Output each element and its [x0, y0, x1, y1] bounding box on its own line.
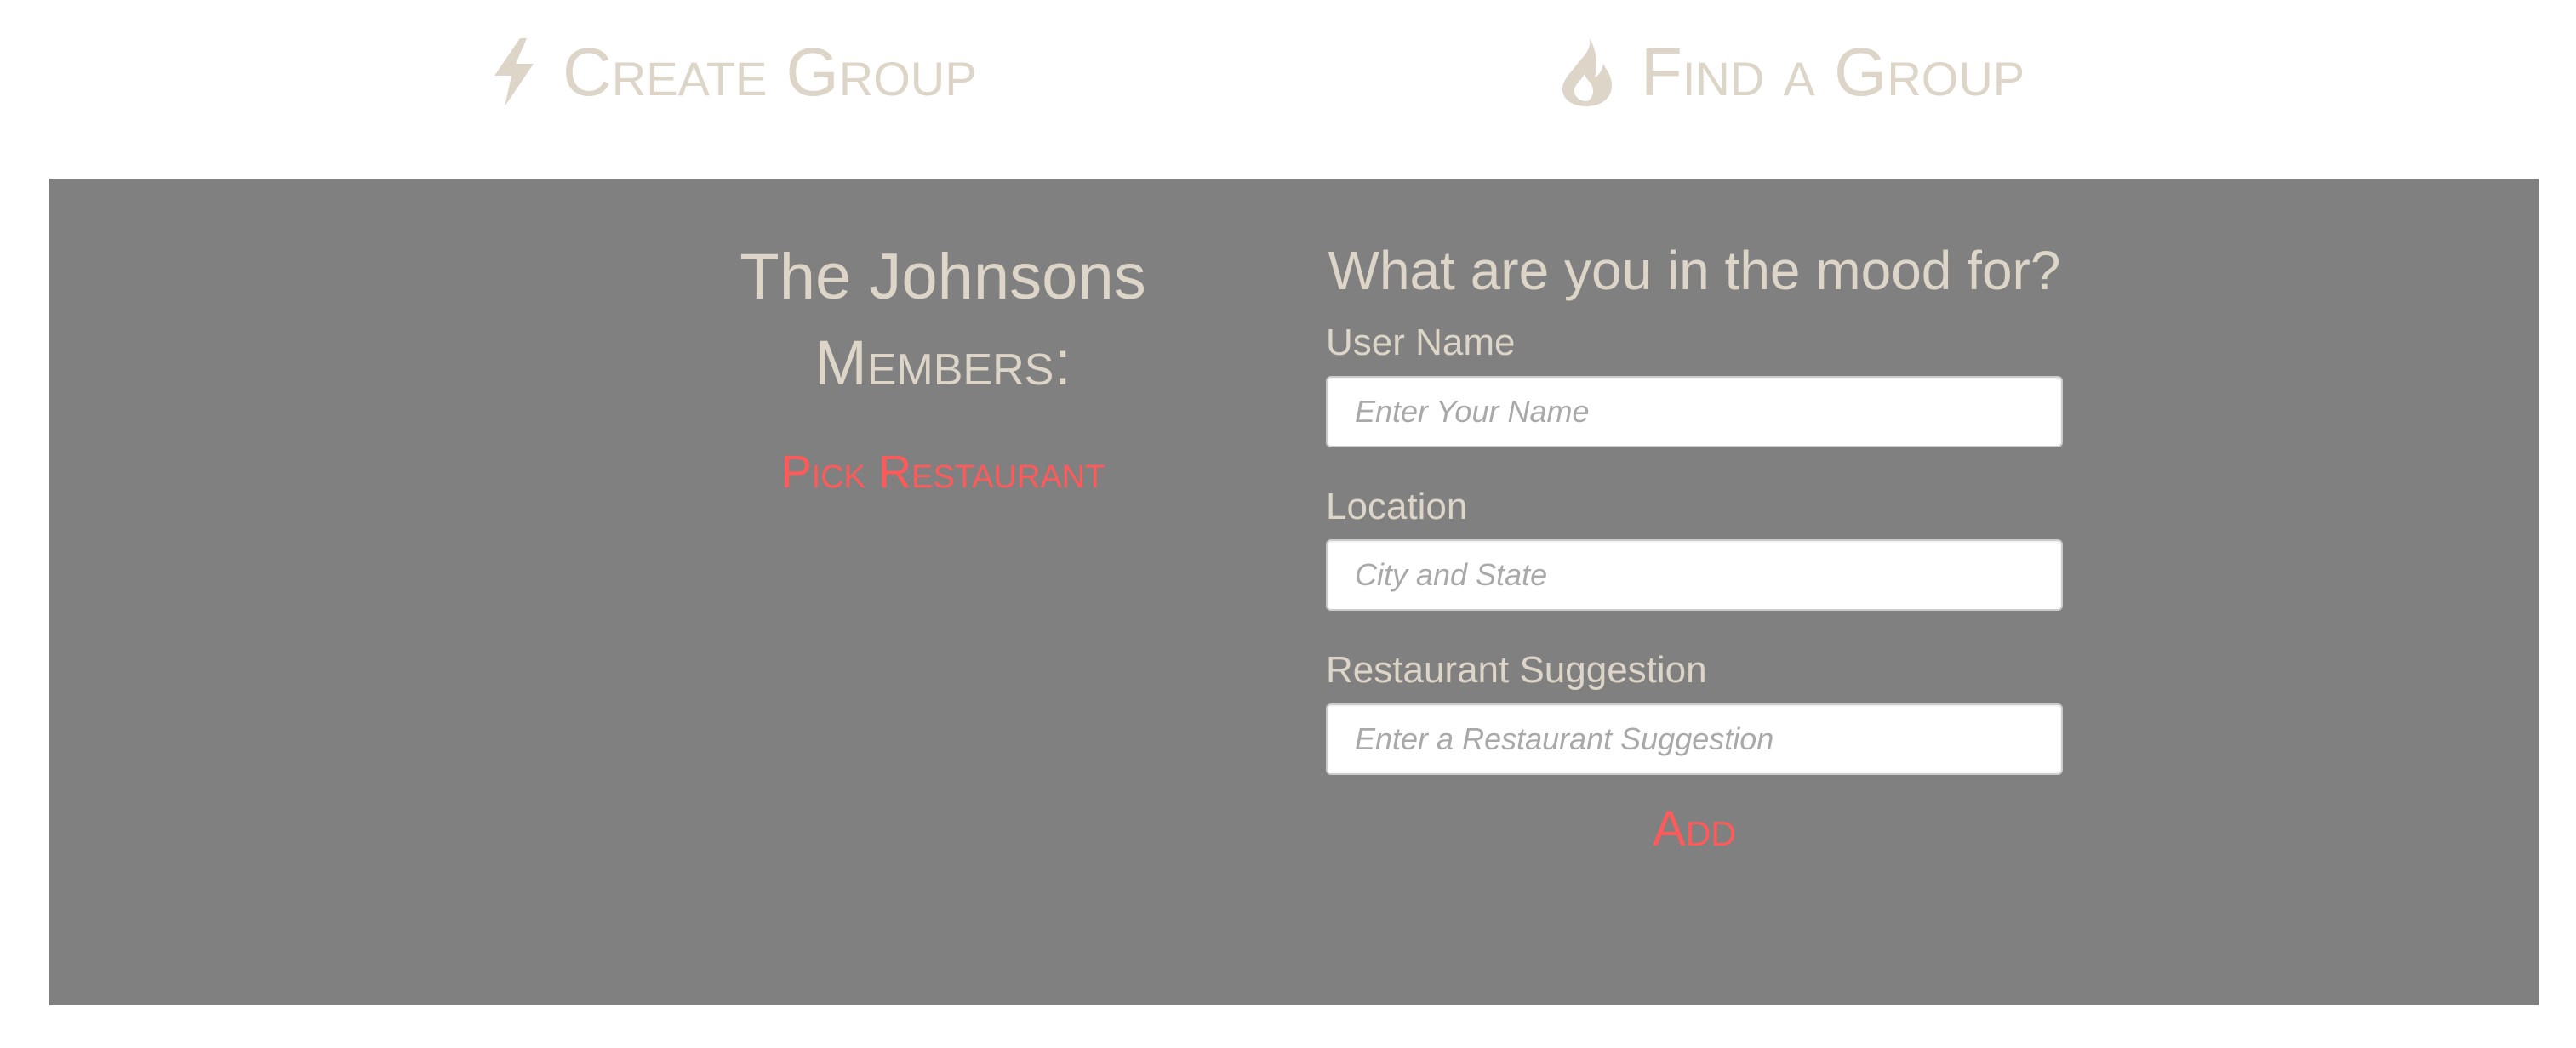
- find-group-label: Find a Group: [1641, 34, 2025, 110]
- lightning-bolt-icon: [489, 38, 539, 106]
- create-group-link[interactable]: Create Group: [489, 26, 977, 119]
- group-name: The Johnsons: [740, 241, 1146, 313]
- restaurant-suggestion-label: Restaurant Suggestion: [1326, 649, 1707, 692]
- user-name-field-group: User Name: [1326, 321, 2063, 447]
- group-column: The Johnsons Members: Pick Restaurant: [662, 238, 1224, 498]
- location-label: Location: [1326, 485, 1468, 527]
- location-input[interactable]: [1326, 539, 2063, 612]
- add-row: Add: [1326, 800, 2063, 857]
- main-panel: The Johnsons Members: Pick Restaurant Wh…: [49, 179, 2539, 1005]
- user-name-input[interactable]: [1326, 375, 2063, 447]
- find-group-link[interactable]: Find a Group: [1557, 26, 2025, 119]
- restaurant-suggestion-input[interactable]: [1326, 703, 2063, 776]
- create-group-label: Create Group: [563, 34, 977, 110]
- location-field-group: Location: [1326, 485, 2063, 612]
- user-name-label: User Name: [1326, 321, 1516, 363]
- restaurant-field-group: Restaurant Suggestion: [1326, 648, 2063, 776]
- fire-icon: [1557, 38, 1617, 106]
- members-label: Members:: [814, 328, 1071, 399]
- top-nav: Create Group Find a Group: [0, 0, 2576, 179]
- pick-restaurant-button[interactable]: Pick Restaurant: [781, 446, 1105, 498]
- suggestion-form: What are you in the mood for? User Name …: [1326, 238, 2063, 857]
- form-title: What are you in the mood for?: [1328, 240, 2061, 301]
- add-button[interactable]: Add: [1653, 800, 1736, 857]
